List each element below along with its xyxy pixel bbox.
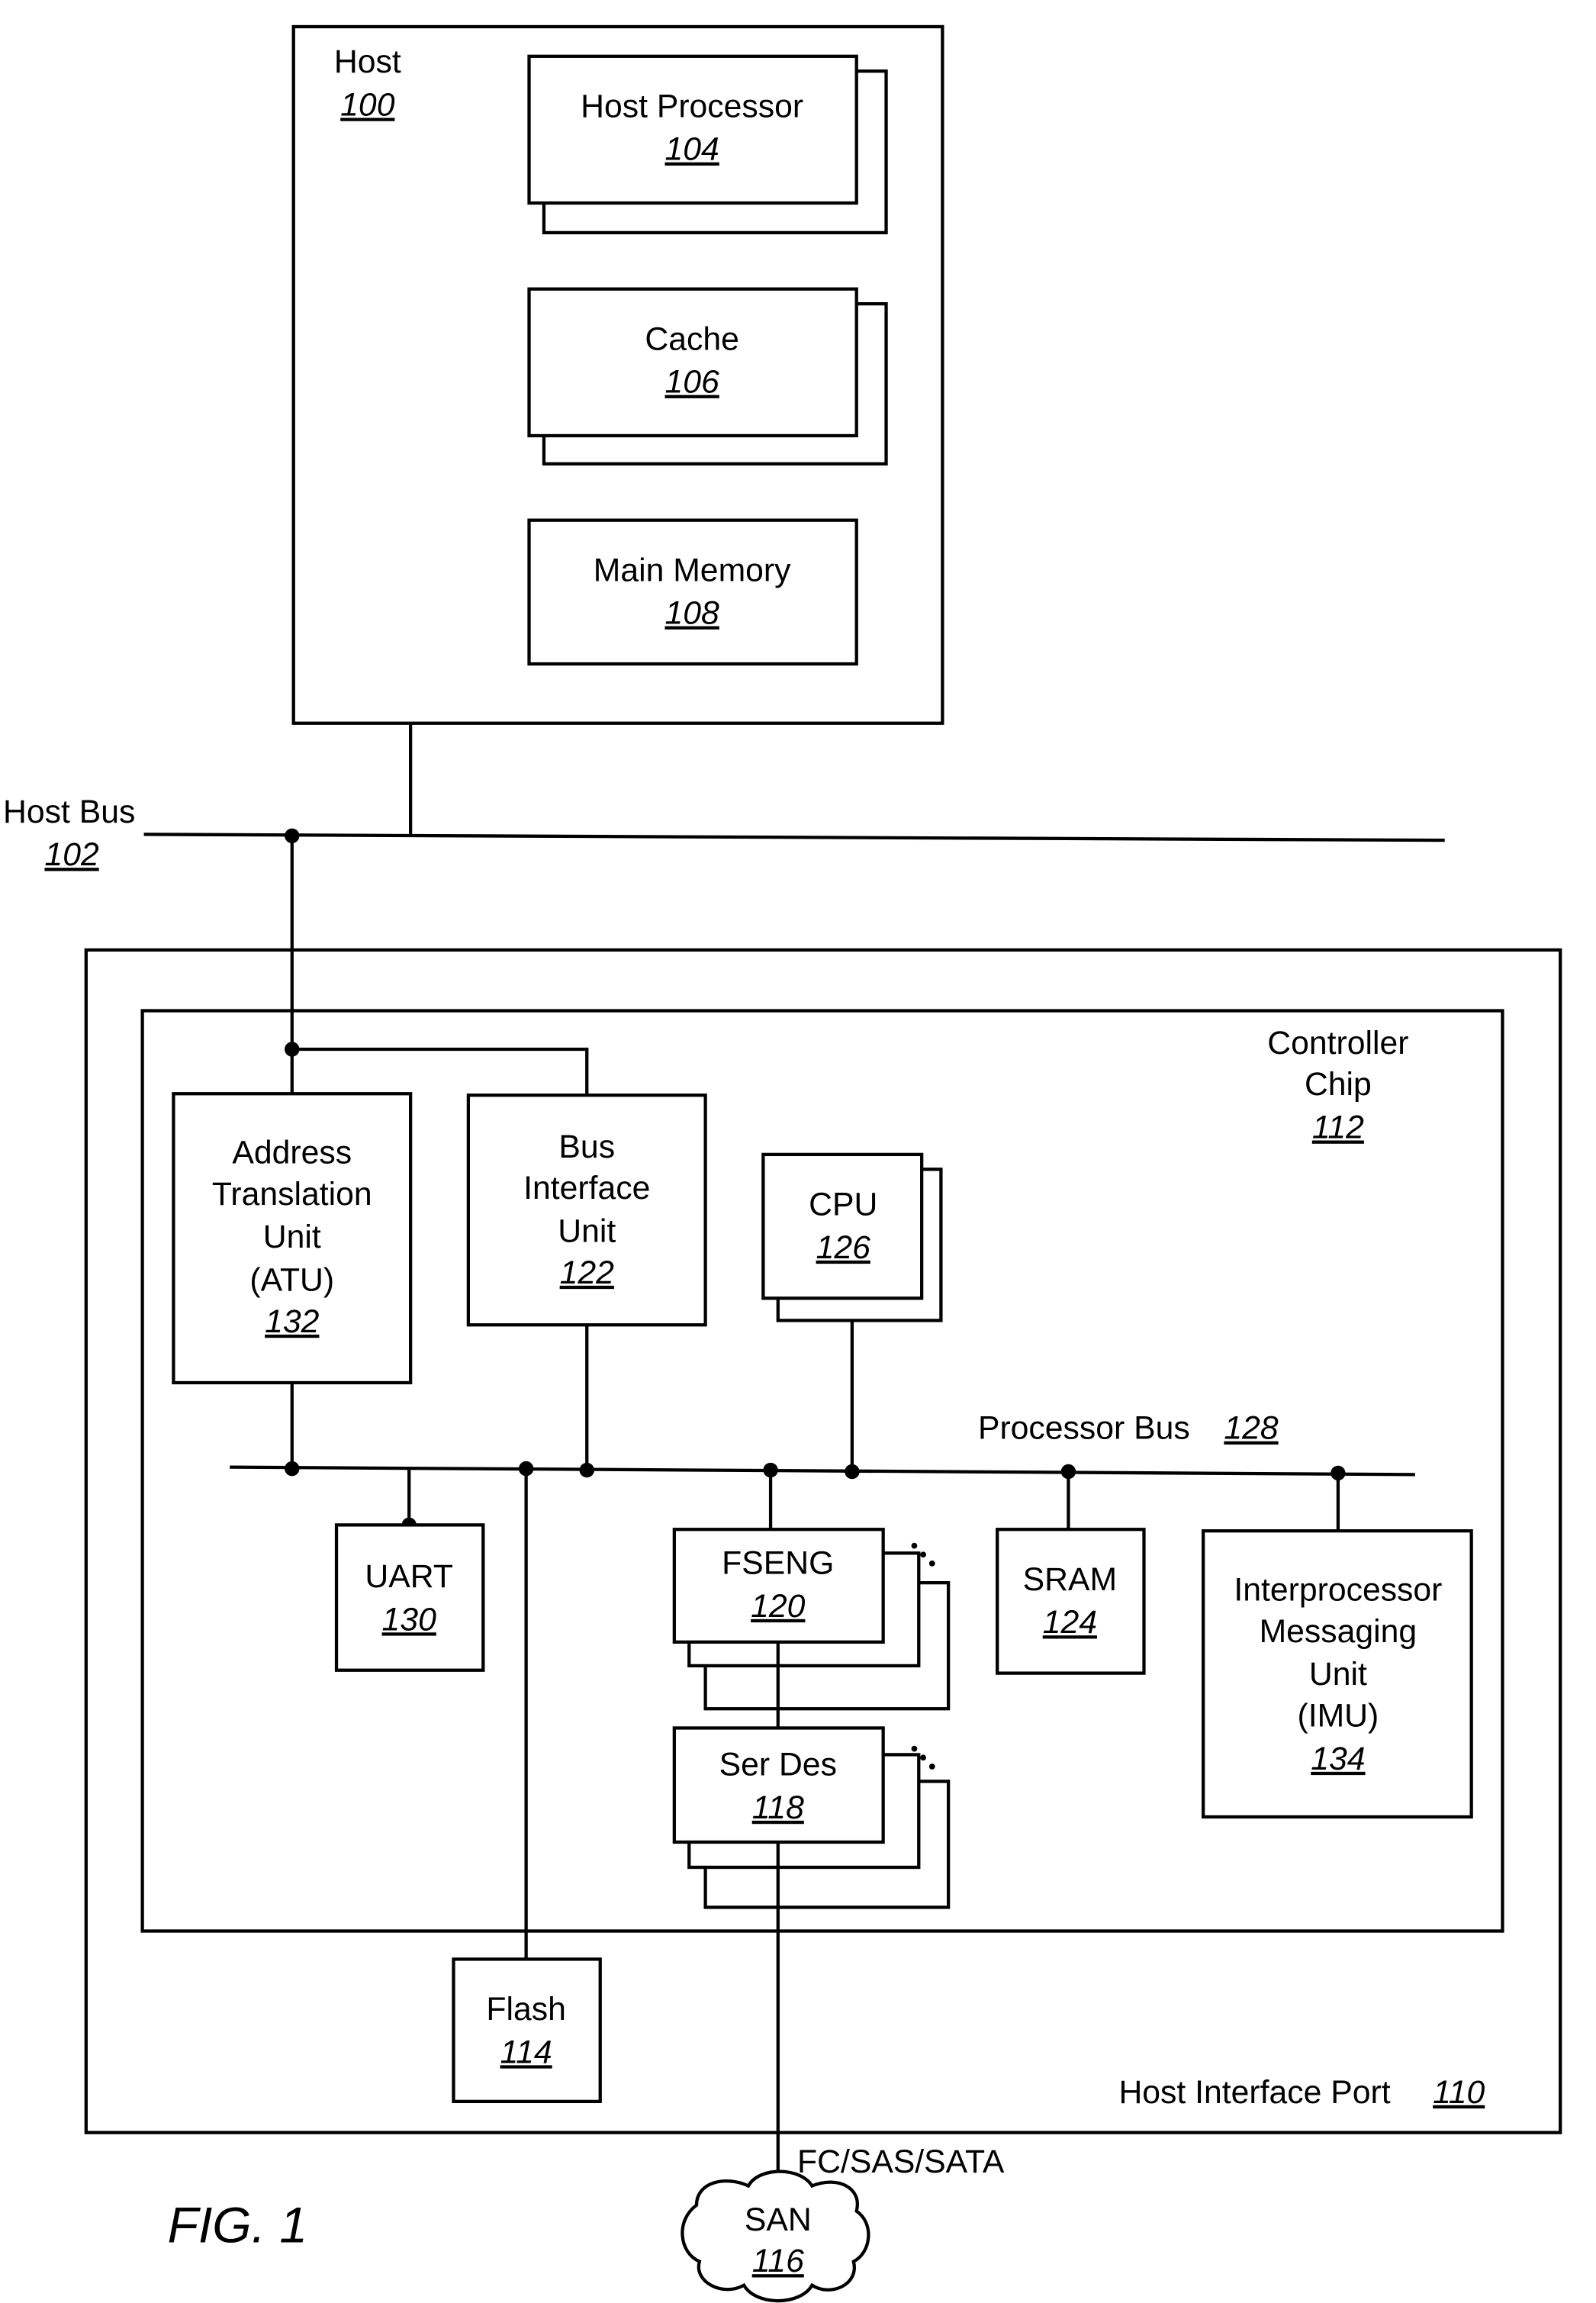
main-memory-block: Main Memory 108	[527, 518, 858, 666]
san-cloud: SAN 116	[681, 2169, 870, 2303]
imu-block: Interprocessor Messaging Unit (IMU) 134	[1202, 1529, 1473, 1819]
host-label: Host	[334, 43, 401, 80]
atu-label-3: Unit	[263, 1219, 321, 1255]
junction-dot	[285, 1042, 300, 1057]
host-bus-ref: 102	[44, 836, 99, 873]
atu-label-1: Address	[232, 1135, 352, 1171]
link-protocol-label: FC/SAS/SATA	[797, 2144, 1005, 2180]
imu-ref: 134	[1311, 1741, 1365, 1777]
controller-chip-label-1: Controller	[1267, 1025, 1408, 1061]
host-processor-ref: 104	[665, 131, 719, 168]
biu-label-1: Bus	[558, 1129, 615, 1165]
san-ref: 116	[752, 2243, 804, 2279]
controller-chip-label-2: Chip	[1305, 1066, 1372, 1103]
san-label: SAN	[745, 2202, 812, 2238]
host-interface-port-ref: 110	[1433, 2074, 1485, 2111]
figure-label: FIG. 1	[168, 2196, 307, 2253]
biu-label-2: Interface	[523, 1170, 650, 1206]
sram-ref: 124	[1043, 1604, 1097, 1641]
host-interface-port-label: Host Interface Port	[1118, 2074, 1390, 2111]
imu-label-4: (IMU)	[1298, 1698, 1379, 1734]
fseng-label: FSENG	[722, 1544, 834, 1581]
cpu-label: CPU	[809, 1187, 877, 1223]
sram-block: SRAM 124	[996, 1528, 1146, 1675]
main-memory-ref: 108	[665, 595, 720, 632]
controller-chip-ref: 112	[1312, 1110, 1364, 1146]
imu-label-1: Interprocessor	[1234, 1571, 1442, 1608]
uart-ref: 130	[382, 1601, 437, 1638]
main-memory-label: Main Memory	[594, 552, 791, 588]
cache-ref: 106	[665, 364, 720, 401]
fseng-block: FSENG 120	[672, 1528, 951, 1711]
biu-label-3: Unit	[558, 1213, 616, 1249]
flash-ref: 114	[500, 2034, 552, 2070]
host-bus-line	[143, 833, 1445, 842]
serdes-block: Ser Des 118	[672, 1726, 951, 1909]
biu-block: Bus Interface Unit 122	[466, 1094, 707, 1327]
biu-ref: 122	[560, 1255, 615, 1291]
block-diagram: Host 100 Host Processor 104 Cache 106 Ma…	[3, 24, 1562, 2303]
flash-label: Flash	[486, 1991, 565, 2028]
fseng-ref: 120	[751, 1588, 806, 1625]
atu-block: Address Translation Unit (ATU) 132	[172, 1092, 413, 1385]
serdes-ref: 118	[752, 1789, 804, 1826]
atu-label-4: (ATU)	[249, 1262, 334, 1299]
atu-label-2: Translation	[212, 1176, 372, 1213]
atu-ref: 132	[265, 1303, 320, 1340]
imu-label-3: Unit	[1309, 1656, 1367, 1693]
processor-bus-label: Processor Bus	[978, 1410, 1190, 1447]
uart-label: UART	[365, 1558, 453, 1595]
cpu-block: CPU 126	[761, 1152, 943, 1322]
imu-label-2: Messaging	[1260, 1613, 1417, 1650]
host-bus-label: Host Bus	[3, 794, 135, 830]
cache-label: Cache	[645, 320, 738, 357]
host-ref: 100	[340, 86, 395, 123]
cpu-ref: 126	[816, 1229, 871, 1266]
cache-block: Cache 106	[527, 287, 888, 466]
flash-block: Flash 114	[452, 1957, 602, 2104]
host-processor-label: Host Processor	[581, 88, 803, 124]
processor-bus-ref: 128	[1224, 1410, 1279, 1447]
host-processor-block: Host Processor 104	[527, 54, 888, 235]
uart-block: UART 130	[334, 1523, 485, 1672]
sram-label: SRAM	[1023, 1561, 1117, 1598]
serdes-label: Ser Des	[719, 1747, 837, 1783]
